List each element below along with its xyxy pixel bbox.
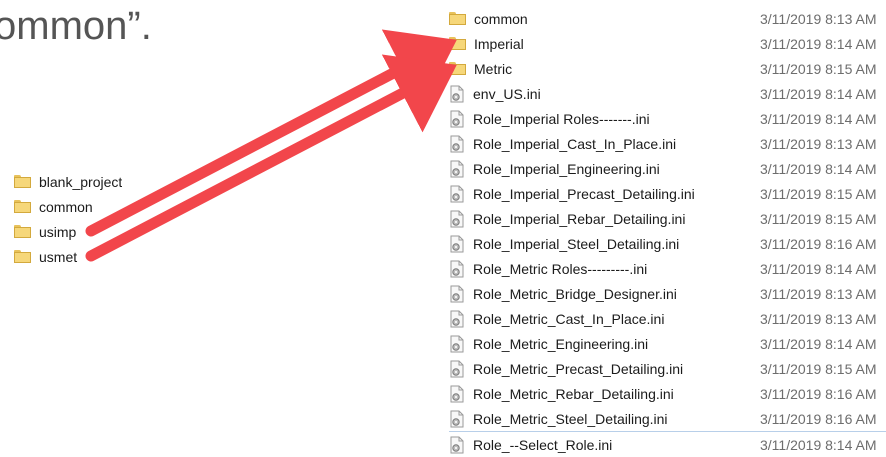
settings-file-icon	[449, 360, 465, 378]
date-modified: 3/11/2019 8:15 AM	[760, 60, 877, 77]
date-modified: 3/11/2019 8:16 AM	[760, 410, 877, 427]
left-folder-row[interactable]: usimp	[14, 219, 122, 244]
file-name: Role_Metric_Bridge_Designer.ini	[473, 285, 677, 302]
settings-file-icon	[449, 185, 465, 203]
heading-text: ommon”.	[0, 4, 152, 48]
file-name: Role_--Select_Role.ini	[473, 436, 613, 453]
folder-row[interactable]: Imperial 3/11/2019 8:14 AM	[449, 31, 886, 56]
date-modified: 3/11/2019 8:14 AM	[760, 436, 877, 453]
folder-name: usmet	[39, 248, 78, 265]
folder-icon	[449, 62, 466, 75]
file-row[interactable]: Role_Metric_Bridge_Designer.ini 3/11/2019…	[449, 281, 886, 306]
date-modified: 3/11/2019 8:15 AM	[760, 210, 877, 227]
file-row[interactable]: Role_Imperial_Engineering.ini 3/11/2019 8…	[449, 156, 886, 181]
left-folder-row[interactable]: blank_project	[14, 169, 122, 194]
settings-file-icon	[449, 310, 465, 328]
date-modified: 3/11/2019 8:14 AM	[760, 335, 877, 352]
folder-icon	[449, 37, 466, 50]
date-modified: 3/11/2019 8:14 AM	[760, 35, 877, 52]
left-folder-row[interactable]: usmet	[14, 244, 122, 269]
file-row[interactable]: Role_Imperial_Cast_In_Place.ini 3/11/2019…	[449, 131, 886, 156]
file-row[interactable]: Role_Imperial_Rebar_Detailing.ini 3/11/20…	[449, 206, 886, 231]
date-modified: 3/11/2019 8:13 AM	[760, 310, 877, 327]
folder-icon	[14, 200, 31, 213]
settings-file-icon	[449, 210, 465, 228]
right-file-list: common 3/11/2019 8:13 AM Imperial 3/11/2019…	[449, 6, 886, 457]
file-row[interactable]: env_US.ini 3/11/2019 8:14 AM	[449, 81, 886, 106]
settings-file-icon	[449, 260, 465, 278]
folder-icon	[14, 250, 31, 263]
file-row[interactable]: Role_Imperial Roles-------.ini 3/11/2019 …	[449, 106, 886, 131]
folder-icon	[449, 12, 466, 25]
file-name: Metric	[474, 60, 513, 77]
settings-file-icon	[449, 160, 465, 178]
date-modified: 3/11/2019 8:14 AM	[760, 260, 877, 277]
file-name: Role_Metric_Engineering.ini	[473, 335, 649, 352]
settings-file-icon	[449, 135, 465, 153]
file-row[interactable]: Role_Metric_Rebar_Detailing.ini 3/11/2019…	[449, 381, 886, 406]
file-name: Role_Imperial_Steel_Detailing.ini	[473, 235, 680, 252]
settings-file-icon	[449, 285, 465, 303]
file-name: Role_Metric_Precast_Detailing.ini	[473, 360, 684, 377]
date-modified: 3/11/2019 8:13 AM	[760, 10, 877, 27]
date-modified: 3/11/2019 8:14 AM	[760, 85, 877, 102]
folder-name: blank_project	[39, 173, 123, 190]
file-name: Role_Imperial_Rebar_Detailing.ini	[473, 210, 686, 227]
file-name: Role_Metric_Steel_Detailing.ini	[473, 410, 668, 427]
date-modified: 3/11/2019 8:14 AM	[760, 110, 877, 127]
arrow-usmet-to-metric	[85, 54, 457, 262]
file-name: Imperial	[474, 35, 524, 52]
folder-name: common	[39, 198, 93, 215]
folder-icon	[14, 175, 31, 188]
file-row[interactable]: Role_Metric_Precast_Detailing.ini 3/11/20…	[449, 356, 886, 381]
date-modified: 3/11/2019 8:15 AM	[760, 360, 877, 377]
date-modified: 3/11/2019 8:13 AM	[760, 285, 877, 302]
settings-file-icon	[449, 410, 465, 428]
folder-row[interactable]: common 3/11/2019 8:13 AM	[449, 6, 886, 31]
file-row[interactable]: Role_Imperial_Steel_Detailing.ini 3/11/20…	[449, 231, 886, 256]
date-modified: 3/11/2019 8:14 AM	[760, 160, 877, 177]
folder-row[interactable]: Metric 3/11/2019 8:15 AM	[449, 56, 886, 81]
date-modified: 3/11/2019 8:16 AM	[760, 235, 877, 252]
file-row[interactable]: Role_Metric_Steel_Detailing.ini 3/11/2019…	[449, 406, 886, 431]
date-modified: 3/11/2019 8:16 AM	[760, 385, 877, 402]
file-name: Role_Metric_Cast_In_Place.ini	[473, 310, 665, 327]
file-row[interactable]: Role_Metric_Cast_In_Place.ini 3/11/2019 8…	[449, 306, 886, 331]
date-modified: 3/11/2019 8:15 AM	[760, 185, 877, 202]
file-row[interactable]: Role_Metric_Engineering.ini 3/11/2019 8:1…	[449, 331, 886, 356]
date-modified: 3/11/2019 8:13 AM	[760, 135, 877, 152]
settings-file-icon	[449, 436, 465, 454]
file-name: Role_Metric_Rebar_Detailing.ini	[473, 385, 674, 402]
left-folder-row[interactable]: common	[14, 194, 122, 219]
settings-file-icon	[449, 110, 465, 128]
settings-file-icon	[449, 85, 465, 103]
file-name: Role_Imperial_Cast_In_Place.ini	[473, 135, 677, 152]
file-row[interactable]: Role_--Select_Role.ini 3/11/2019 8:14 AM	[449, 431, 886, 457]
folder-name: usimp	[39, 223, 77, 240]
settings-file-icon	[449, 235, 465, 253]
left-folder-list: blank_projectcommon usimp usmet	[14, 169, 122, 269]
settings-file-icon	[449, 385, 465, 403]
folder-icon	[14, 225, 31, 238]
file-row[interactable]: Role_Imperial_Precast_Detailing.ini 3/11/…	[449, 181, 886, 206]
file-row[interactable]: Role_Metric Roles---------.ini 3/11/2019 …	[449, 256, 886, 281]
file-name: Role_Imperial_Precast_Detailing.ini	[473, 185, 695, 202]
file-name: Role_Imperial_Engineering.ini	[473, 160, 660, 177]
file-name: common	[474, 10, 528, 27]
arrow-usimp-to-imperial	[85, 29, 457, 237]
settings-file-icon	[449, 335, 465, 353]
file-name: Role_Imperial Roles-------.ini	[473, 110, 650, 127]
file-name: env_US.ini	[473, 85, 541, 102]
file-name: Role_Metric Roles---------.ini	[473, 260, 648, 277]
